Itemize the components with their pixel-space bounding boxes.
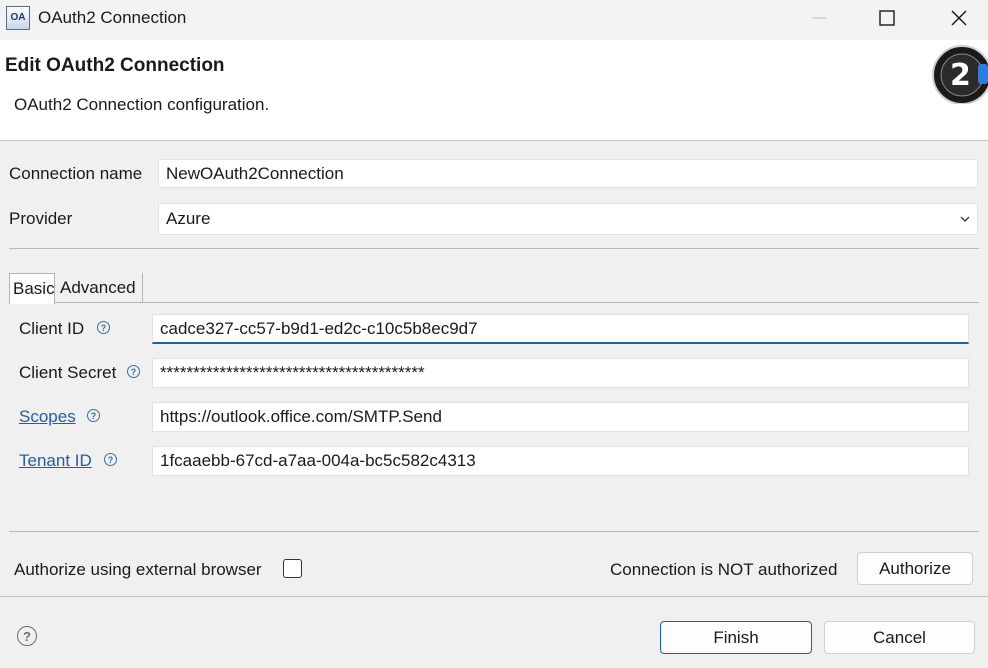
maximize-icon	[879, 10, 895, 26]
authorize-button[interactable]: Authorize	[857, 552, 973, 585]
external-browser-checkbox[interactable]	[283, 559, 302, 578]
help-icon[interactable]: ?	[97, 321, 110, 334]
dialog-header: Edit OAuth2 Connection OAuth2 Connection…	[0, 40, 988, 141]
help-icon[interactable]: ?	[17, 626, 37, 646]
close-button[interactable]	[924, 0, 988, 36]
dialog-title: Edit OAuth2 Connection	[5, 55, 225, 76]
tab-basic-label: Basic	[13, 279, 55, 298]
provider-select[interactable]: Azure	[158, 203, 978, 235]
client-id-input[interactable]: cadce327-cc57-b9d1-ed2c-c10c5b8ec9d7	[152, 314, 969, 344]
connection-name-label: Connection name	[9, 164, 143, 183]
client-secret-label: Client Secret	[19, 363, 117, 382]
client-secret-input[interactable]: ****************************************	[152, 358, 969, 388]
close-icon	[951, 10, 967, 26]
external-browser-label: Authorize using external browser	[14, 560, 262, 579]
help-icon[interactable]: ?	[87, 409, 100, 422]
help-icon[interactable]: ?	[127, 365, 140, 378]
authorization-status: Connection is NOT authorized	[610, 560, 838, 579]
scopes-input[interactable]: https://outlook.office.com/SMTP.Send	[152, 402, 969, 432]
maximize-button[interactable]	[852, 0, 922, 36]
app-icon: OA	[6, 6, 30, 30]
tab-advanced[interactable]: Advanced	[57, 273, 143, 303]
oauth2-logo: 2	[930, 44, 988, 104]
finish-button[interactable]: Finish	[660, 621, 812, 654]
chevron-down-icon	[960, 216, 970, 222]
window-title: OAuth2 Connection	[38, 8, 187, 27]
connection-name-input[interactable]: NewOAuth2Connection	[158, 159, 978, 188]
tab-basic[interactable]: Basic	[9, 273, 55, 304]
tenant-id-link[interactable]: Tenant ID	[19, 451, 92, 471]
cancel-button[interactable]: Cancel	[824, 621, 975, 654]
minimize-icon	[812, 17, 826, 19]
svg-text:2: 2	[950, 58, 971, 93]
scopes-link[interactable]: Scopes	[19, 407, 76, 427]
client-id-label: Client ID	[19, 319, 85, 338]
dialog-description: OAuth2 Connection configuration.	[14, 95, 270, 114]
separator	[9, 531, 979, 532]
tenant-id-input[interactable]: 1fcaaebb-67cd-a7aa-004a-bc5c582c4313	[152, 446, 969, 476]
separator	[9, 248, 979, 249]
provider-label: Provider	[9, 209, 73, 228]
help-icon[interactable]: ?	[104, 453, 117, 466]
separator	[0, 596, 988, 597]
provider-selected-value: Azure	[166, 209, 211, 228]
title-bar: OA OAuth2 Connection	[0, 0, 988, 40]
tab-advanced-label: Advanced	[60, 278, 136, 297]
minimize-button[interactable]	[784, 0, 854, 36]
tab-strip-border	[55, 302, 979, 303]
